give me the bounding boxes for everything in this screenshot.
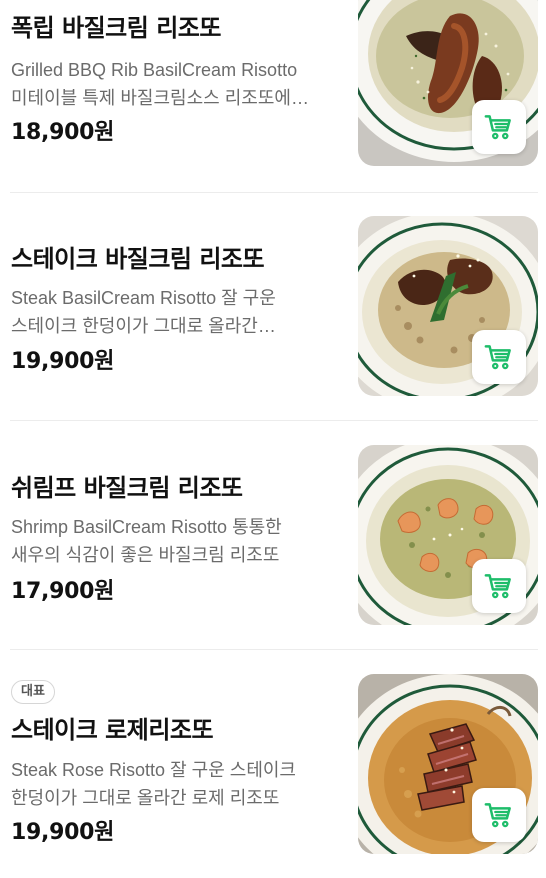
menu-item-info: 폭립 바질크림 리조또 Grilled BBQ Rib BasilCream R… [11,0,341,192]
add-to-cart-button[interactable] [472,788,526,842]
menu-item-description: Steak BasilCream Risotto 잘 구운 스테이크 한덩이가 … [11,288,276,336]
cart-icon [484,800,514,830]
menu-item[interactable]: 폭립 바질크림 리조또 Grilled BBQ Rib BasilCream R… [0,0,546,192]
menu-item[interactable]: 쉬림프 바질크림 리조또 Shrimp BasilCream Risotto 통… [0,421,546,649]
menu-item-photo [358,0,538,166]
menu-item[interactable]: 대표 스테이크 로제리조또 Steak Rose Risotto 잘 구운 스테… [0,650,546,878]
signature-badge: 대표 [11,680,55,704]
menu-item-price: 19,900원 [11,820,115,845]
cart-icon [484,342,514,372]
add-to-cart-button[interactable] [472,330,526,384]
menu-item-price: 18,900원 [11,120,115,145]
menu-item-description: Grilled BBQ Rib BasilCream Risotto 미테이블 … [11,60,298,108]
menu-item-price: 19,900원 [11,349,115,374]
cart-icon [484,571,514,601]
menu-item-description: Shrimp BasilCream Risotto 통통한 새우의 식감이 좋은… [11,517,282,565]
menu-item-description: Steak Rose Risotto 잘 구운 스테이크 한덩이가 그대로 올라… [11,760,296,808]
menu-item-info: 스테이크 바질크림 리조또 Steak BasilCream Risotto 잘… [11,193,341,420]
add-to-cart-button[interactable] [472,100,526,154]
menu-item-photo [358,674,538,854]
add-to-cart-button[interactable] [472,559,526,613]
menu-item-name: 스테이크 로제리조또 [11,716,214,744]
menu-item-info: 쉬림프 바질크림 리조또 Shrimp BasilCream Risotto 통… [11,421,341,649]
menu-item[interactable]: 스테이크 바질크림 리조또 Steak BasilCream Risotto 잘… [0,193,546,420]
menu-item-name: 쉬림프 바질크림 리조또 [11,474,243,502]
menu-item-name: 스테이크 바질크림 리조또 [11,245,265,273]
menu-list: 폭립 바질크림 리조또 Grilled BBQ Rib BasilCream R… [0,0,546,878]
cart-icon [484,112,514,142]
menu-item-photo [358,445,538,625]
menu-item-photo [358,216,538,396]
menu-item-price: 17,900원 [11,579,115,604]
menu-item-name: 폭립 바질크림 리조또 [11,14,221,42]
menu-item-info: 대표 스테이크 로제리조또 Steak Rose Risotto 잘 구운 스테… [11,650,341,878]
